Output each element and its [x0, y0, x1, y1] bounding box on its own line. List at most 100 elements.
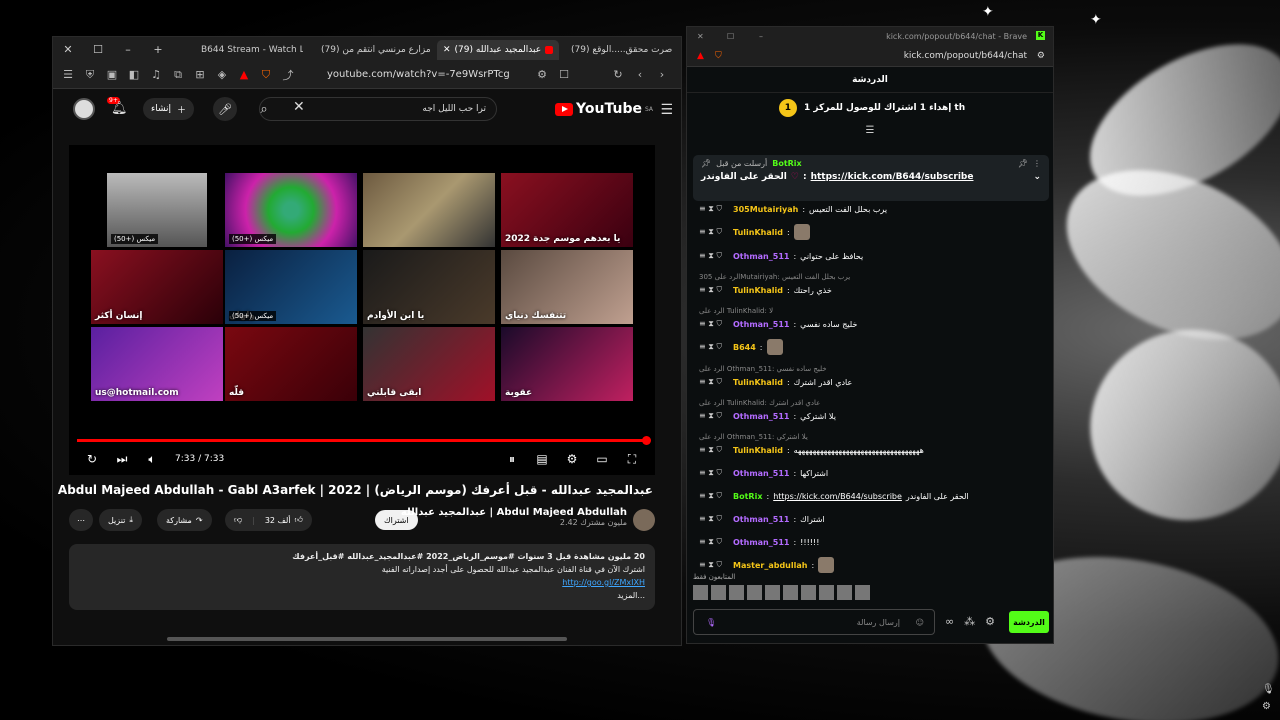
- reply-context[interactable]: الرد على Othman_511: يلا اشتركي: [699, 433, 808, 443]
- chat-message[interactable]: ≡ ⧗ ⛉ 305Mutairiyah: يرب بحلل الفت التعيس: [699, 203, 887, 215]
- filter-lines-icon[interactable]: ☰: [687, 125, 1053, 136]
- bookmark-icon[interactable]: ☐: [557, 68, 571, 81]
- brave-rewards-icon[interactable]: ▲: [697, 51, 704, 61]
- brave-shield-icon[interactable]: ⛉: [715, 51, 722, 61]
- endscreen-thumb[interactable]: ابقى قابلني: [363, 327, 495, 401]
- mod-tools-icon[interactable]: ≡ ⧗ ⛉: [699, 319, 729, 329]
- chatter-avatar[interactable]: [855, 585, 870, 600]
- dislike-icon[interactable]: 👎︎: [234, 515, 242, 525]
- chat-message[interactable]: ≡ ⧗ ⛉ TulinKhalid: عادي اقدر اشترك: [699, 376, 852, 388]
- site-settings-icon[interactable]: ⚙: [1037, 51, 1045, 61]
- reload-icon[interactable]: ↻: [611, 68, 625, 81]
- maximize-icon[interactable]: ☐: [83, 43, 113, 56]
- mod-tools-icon[interactable]: ≡ ⧗ ⛉: [699, 285, 729, 295]
- chatter-avatar[interactable]: [801, 585, 816, 600]
- reply-context[interactable]: الرد على 305Mutairiyah: يرب بحلل الفت ال…: [699, 273, 850, 283]
- music-icon[interactable]: ♫: [149, 68, 163, 81]
- chat-username[interactable]: Othman_511: [733, 538, 789, 547]
- chatter-avatar[interactable]: [693, 585, 708, 600]
- chat-username[interactable]: TulinKhalid: [733, 228, 783, 237]
- endscreen-thumb[interactable]: قلّه: [225, 327, 357, 401]
- mod-tools-icon[interactable]: ≡ ⧗ ⛉: [699, 342, 729, 352]
- chat-message[interactable]: ≡ ⧗ ⛉ Othman_511: يلا اشتركي: [699, 410, 836, 422]
- chat-url[interactable]: kick.com/popout/b644/chat: [904, 51, 1027, 61]
- chat-message[interactable]: ≡ ⧗ ⛉ TulinKhalid: خذي راحتك: [699, 284, 832, 296]
- share-button[interactable]: مشاركة ↷: [157, 509, 212, 531]
- notifications-bell-icon[interactable]: 🔔︎: [111, 101, 128, 116]
- close-window-icon[interactable]: ✕: [53, 43, 83, 56]
- close-tab-icon[interactable]: ✕: [443, 45, 451, 55]
- chat-message[interactable]: ≡ ⧗ ⛉ Othman_511:!!!!!!: [699, 536, 819, 548]
- minimize-icon[interactable]: –: [759, 32, 763, 41]
- mod-tools-icon[interactable]: ≡ ⧗ ⛉: [699, 204, 729, 214]
- fullscreen-icon[interactable]: ⛶: [617, 452, 647, 467]
- account-avatar[interactable]: [73, 98, 95, 120]
- address-bar[interactable]: youtube.com/watch?v=-7e9WsrPTcg: [327, 69, 527, 80]
- chat-message[interactable]: ≡ ⧗ ⛉ TulinKhalid:: [699, 224, 810, 240]
- chat-username[interactable]: Othman_511: [733, 320, 789, 329]
- mod-tools-icon[interactable]: ≡ ⧗ ⛉: [699, 377, 729, 387]
- download-button[interactable]: تنزيل ⤓: [99, 509, 142, 531]
- subtitles-icon[interactable]: ▤: [527, 452, 557, 466]
- chat-username[interactable]: B644: [733, 343, 756, 352]
- extensions-icon[interactable]: ⊞: [193, 68, 207, 81]
- chat-message[interactable]: ≡ ⧗ ⛉ Othman_511: خليج ساده نفسي: [699, 318, 857, 330]
- channel-info[interactable]: عبدالمجيد عبدالله | Abdul Majeed Abdulla…: [401, 507, 627, 527]
- guide-menu-icon[interactable]: ☰: [660, 102, 673, 118]
- search-input[interactable]: ترا حب الليل اجه: [422, 104, 486, 114]
- reply-context[interactable]: الرد على Othman_511: خليج ساده نفسي: [699, 365, 827, 375]
- horizontal-scrollbar[interactable]: [167, 637, 567, 641]
- seek-handle[interactable]: [642, 436, 651, 445]
- seek-bar[interactable]: [77, 436, 651, 445]
- endscreen-thumb[interactable]: ولهان(50+) ميكس: [225, 250, 357, 324]
- like-icon[interactable]: 👍︎: [295, 515, 303, 525]
- brave-rewards-icon[interactable]: ▲: [237, 68, 251, 81]
- chatter-avatar[interactable]: [819, 585, 834, 600]
- chatter-avatar[interactable]: [711, 585, 726, 600]
- chat-message[interactable]: ≡ ⧗ ⛉ B644:: [699, 339, 783, 355]
- chat-input[interactable]: 🎙︎ إرسال رسالة ☺: [693, 609, 935, 635]
- mod-tools-icon[interactable]: ≡ ⧗ ⛉: [699, 491, 729, 501]
- vpn-icon[interactable]: ◈: [215, 68, 229, 81]
- pinned-link[interactable]: https://kick.com/B644/subscribe: [811, 172, 974, 182]
- settings-gear-icon[interactable]: ⚙: [557, 452, 587, 466]
- next-icon[interactable]: ⏭: [107, 452, 137, 467]
- sub-goal-banner[interactable]: 1 إهداء 1 اشتراك للوصول للمركز 1 th: [687, 93, 1053, 123]
- tab-kick-stream[interactable]: B644 Stream - Watch Live K: [195, 40, 303, 60]
- volume-icon[interactable]: 🔈︎: [137, 452, 167, 467]
- chatter-avatar[interactable]: [837, 585, 852, 600]
- description-box[interactable]: 20 مليون مشاهدة قبل 3 سنوات #موسم_الرياض…: [69, 544, 655, 610]
- chat-username[interactable]: 305Mutairiyah: [733, 205, 798, 214]
- endscreen-thumb[interactable]: يا ابن الأوادم: [363, 250, 495, 324]
- infinity-icon[interactable]: ∞: [945, 615, 954, 628]
- endscreen-thumb[interactable]: [363, 173, 495, 247]
- youtube-logo[interactable]: YouTube SA: [555, 101, 653, 117]
- chat-username[interactable]: Othman_511: [733, 252, 789, 261]
- chat-message[interactable]: ≡ ⧗ ⛉ Othman_511: يحافظ على حتواني: [699, 250, 863, 262]
- description-link[interactable]: http://goo.gl/ZMxIXH: [562, 578, 645, 587]
- close-window-icon[interactable]: ✕: [697, 32, 704, 41]
- back-icon[interactable]: ›: [655, 68, 669, 81]
- endscreen-thumb[interactable]: (50+) ميكس: [225, 173, 357, 247]
- chat-username[interactable]: Othman_511: [733, 469, 789, 478]
- chat-username[interactable]: TulinKhalid: [733, 446, 783, 455]
- new-tab-icon[interactable]: +: [143, 43, 173, 56]
- chat-username[interactable]: Master_abdullah: [733, 561, 807, 570]
- chat-username[interactable]: Othman_511: [733, 412, 789, 421]
- chat-message[interactable]: ≡ ⧗ ⛉ Othman_511: اشتراك: [699, 513, 825, 525]
- endscreen-thumb[interactable]: us@hotmail.com: [91, 327, 223, 401]
- chat-message[interactable]: ≡ ⧗ ⛉ Master_abdullah:: [699, 557, 835, 573]
- share-url-icon[interactable]: ⤴: [281, 67, 295, 83]
- create-button[interactable]: إنشاء ＋: [143, 98, 195, 120]
- mod-tools-icon[interactable]: ≡ ⧗ ⛉: [699, 468, 729, 478]
- screenshot-icon[interactable]: ⧉: [171, 68, 185, 82]
- chat-username[interactable]: BotRix: [733, 492, 762, 501]
- show-more-link[interactable]: ...المزيد: [79, 589, 645, 602]
- sidebar-icon[interactable]: ◧: [127, 68, 141, 81]
- maximize-icon[interactable]: ☐: [727, 32, 734, 41]
- shield-icon[interactable]: ⛨: [83, 68, 97, 82]
- wallet-icon[interactable]: ▣: [105, 68, 119, 81]
- mod-tools-icon[interactable]: ≡ ⧗ ⛉: [699, 537, 729, 547]
- autoplay-toggle[interactable]: ⏸: [497, 452, 527, 467]
- settings-tray-icon[interactable]: ⚙: [1262, 701, 1275, 712]
